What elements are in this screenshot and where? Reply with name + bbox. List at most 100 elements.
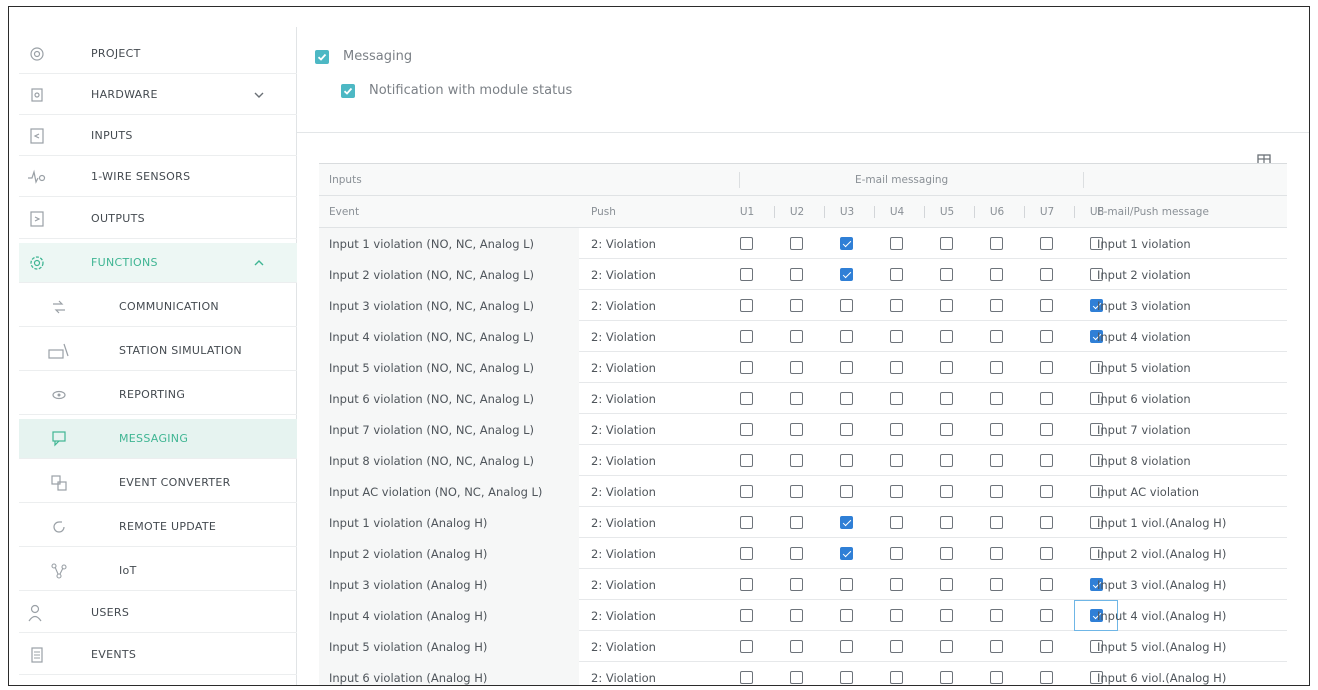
user-u1-checkbox[interactable] <box>740 299 753 312</box>
user-u3-checkbox[interactable] <box>840 268 853 281</box>
user-u1-checkbox[interactable] <box>740 392 753 405</box>
user-u7-checkbox[interactable] <box>1040 299 1053 312</box>
message-cell[interactable]: Input 5 violation <box>1097 352 1191 383</box>
sidebar-item-project[interactable]: PROJECT <box>19 34 297 74</box>
user-u7-checkbox[interactable] <box>1040 392 1053 405</box>
sidebar-item-remote-update[interactable]: REMOTE UPDATE <box>19 507 297 547</box>
user-u3-checkbox[interactable] <box>840 547 853 560</box>
user-u5-checkbox[interactable] <box>940 299 953 312</box>
user-u7-checkbox[interactable] <box>1040 330 1053 343</box>
user-u4-checkbox[interactable] <box>890 299 903 312</box>
message-cell[interactable]: Input 3 viol.(Analog H) <box>1097 569 1226 600</box>
sidebar-item-iot[interactable]: IoT <box>19 551 297 591</box>
message-cell[interactable]: Input 6 violation <box>1097 383 1191 414</box>
user-u5-checkbox[interactable] <box>940 609 953 622</box>
user-u4-checkbox[interactable] <box>890 671 903 684</box>
user-u7-checkbox[interactable] <box>1040 547 1053 560</box>
user-u3-checkbox[interactable] <box>840 578 853 591</box>
sidebar-item-event-converter[interactable]: EVENT CONVERTER <box>19 463 297 503</box>
user-u4-checkbox[interactable] <box>890 578 903 591</box>
user-u6-checkbox[interactable] <box>990 578 1003 591</box>
user-u2-checkbox[interactable] <box>790 578 803 591</box>
message-cell[interactable]: Input 4 violation <box>1097 321 1191 352</box>
user-u3-checkbox[interactable] <box>840 485 853 498</box>
message-cell[interactable]: Input 7 violation <box>1097 414 1191 445</box>
push-cell[interactable]: 2: Violation <box>587 228 656 259</box>
user-u2-checkbox[interactable] <box>790 330 803 343</box>
user-u2-checkbox[interactable] <box>790 485 803 498</box>
push-cell[interactable]: 2: Violation <box>587 538 656 569</box>
user-u3-checkbox[interactable] <box>840 423 853 436</box>
notification-checkbox[interactable] <box>341 83 355 98</box>
user-u2-checkbox[interactable] <box>790 423 803 436</box>
message-cell[interactable]: Input 3 violation <box>1097 290 1191 321</box>
user-u2-checkbox[interactable] <box>790 547 803 560</box>
push-cell[interactable]: 2: Violation <box>587 662 656 685</box>
push-cell[interactable]: 2: Violation <box>587 383 656 414</box>
push-cell[interactable]: 2: Violation <box>587 569 656 600</box>
user-u4-checkbox[interactable] <box>890 547 903 560</box>
user-u1-checkbox[interactable] <box>740 640 753 653</box>
sidebar-item-messaging[interactable]: MESSAGING <box>19 419 297 459</box>
user-u2-checkbox[interactable] <box>790 361 803 374</box>
user-u7-checkbox[interactable] <box>1040 423 1053 436</box>
user-u4-checkbox[interactable] <box>890 392 903 405</box>
user-u2-checkbox[interactable] <box>790 237 803 250</box>
push-cell[interactable]: 2: Violation <box>587 352 656 383</box>
user-u5-checkbox[interactable] <box>940 578 953 591</box>
user-u1-checkbox[interactable] <box>740 671 753 684</box>
message-cell[interactable]: Input 4 viol.(Analog H) <box>1097 600 1226 631</box>
user-u1-checkbox[interactable] <box>740 268 753 281</box>
user-u6-checkbox[interactable] <box>990 485 1003 498</box>
user-u2-checkbox[interactable] <box>790 392 803 405</box>
user-u6-checkbox[interactable] <box>990 640 1003 653</box>
user-u2-checkbox[interactable] <box>790 640 803 653</box>
user-u4-checkbox[interactable] <box>890 516 903 529</box>
user-u6-checkbox[interactable] <box>990 454 1003 467</box>
message-cell[interactable]: Input AC violation <box>1097 476 1199 507</box>
chevron-up-icon[interactable] <box>251 255 267 271</box>
user-u1-checkbox[interactable] <box>740 516 753 529</box>
message-cell[interactable]: Input 6 viol.(Analog H) <box>1097 662 1226 685</box>
message-cell[interactable]: Input 1 violation <box>1097 228 1191 259</box>
user-u6-checkbox[interactable] <box>990 237 1003 250</box>
user-u6-checkbox[interactable] <box>990 516 1003 529</box>
chevron-down-icon[interactable] <box>251 87 267 103</box>
push-cell[interactable]: 2: Violation <box>587 321 656 352</box>
push-cell[interactable]: 2: Violation <box>587 445 656 476</box>
user-u7-checkbox[interactable] <box>1040 268 1053 281</box>
user-u7-checkbox[interactable] <box>1040 609 1053 622</box>
user-u6-checkbox[interactable] <box>990 423 1003 436</box>
sidebar-item-functions[interactable]: FUNCTIONS <box>19 243 297 283</box>
user-u3-checkbox[interactable] <box>840 516 853 529</box>
user-u7-checkbox[interactable] <box>1040 237 1053 250</box>
user-u5-checkbox[interactable] <box>940 640 953 653</box>
user-u6-checkbox[interactable] <box>990 330 1003 343</box>
user-u3-checkbox[interactable] <box>840 454 853 467</box>
user-u4-checkbox[interactable] <box>890 330 903 343</box>
user-u7-checkbox[interactable] <box>1040 516 1053 529</box>
user-u5-checkbox[interactable] <box>940 485 953 498</box>
user-u3-checkbox[interactable] <box>840 392 853 405</box>
user-u2-checkbox[interactable] <box>790 268 803 281</box>
user-u2-checkbox[interactable] <box>790 299 803 312</box>
user-u3-checkbox[interactable] <box>840 640 853 653</box>
user-u5-checkbox[interactable] <box>940 547 953 560</box>
message-cell[interactable]: Input 5 viol.(Analog H) <box>1097 631 1226 662</box>
user-u1-checkbox[interactable] <box>740 609 753 622</box>
user-u4-checkbox[interactable] <box>890 640 903 653</box>
user-u2-checkbox[interactable] <box>790 609 803 622</box>
push-cell[interactable]: 2: Violation <box>587 631 656 662</box>
user-u5-checkbox[interactable] <box>940 516 953 529</box>
user-u6-checkbox[interactable] <box>990 268 1003 281</box>
user-u3-checkbox[interactable] <box>840 237 853 250</box>
user-u6-checkbox[interactable] <box>990 547 1003 560</box>
messaging-checkbox[interactable] <box>315 49 329 64</box>
user-u3-checkbox[interactable] <box>840 330 853 343</box>
user-u7-checkbox[interactable] <box>1040 671 1053 684</box>
user-u6-checkbox[interactable] <box>990 299 1003 312</box>
sidebar-item-outputs[interactable]: OUTPUTS <box>19 199 297 239</box>
push-cell[interactable]: 2: Violation <box>587 476 656 507</box>
notification-toggle-row[interactable]: Notification with module status <box>341 83 572 98</box>
user-u7-checkbox[interactable] <box>1040 640 1053 653</box>
